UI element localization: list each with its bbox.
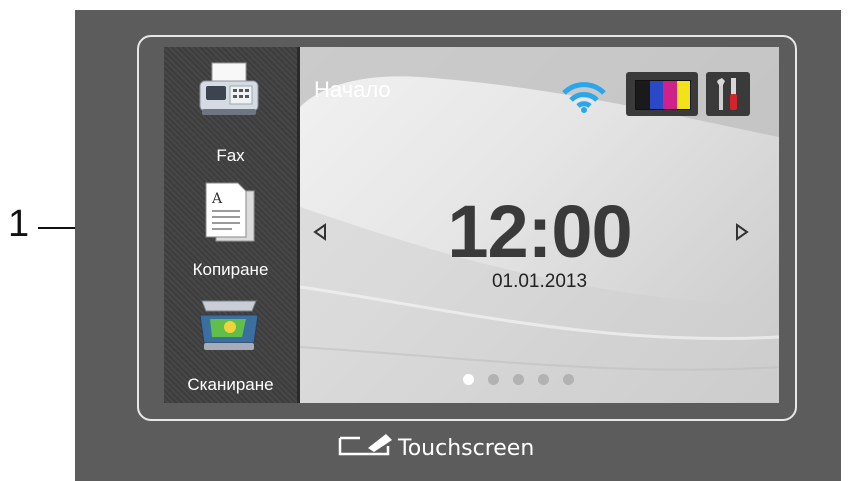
page-dot[interactable] xyxy=(488,374,499,385)
sidebar-item-fax[interactable]: Fax xyxy=(164,47,297,167)
settings-tools-icon xyxy=(717,78,737,110)
sidebar: Fax A Копиране Сканиране xyxy=(164,47,300,403)
wifi-icon[interactable] xyxy=(562,81,606,113)
clock-date: 01.01.2013 xyxy=(491,271,588,292)
page-dot[interactable] xyxy=(463,374,474,385)
sidebar-item-label: Сканиране xyxy=(187,375,274,394)
sidebar-item-scan[interactable]: Сканиране xyxy=(164,285,297,403)
sidebar-item-label: Fax xyxy=(216,146,245,165)
clock-time: 12:00 xyxy=(447,190,632,273)
page-dot[interactable] xyxy=(538,374,549,385)
sidebar-item-copy[interactable]: A Копиране xyxy=(164,167,297,285)
home-title: Начало xyxy=(314,77,391,102)
settings-button[interactable] xyxy=(706,72,750,116)
page-dot[interactable] xyxy=(513,374,524,385)
home-screen: Начало 12:00 01.01.2013 xyxy=(300,47,779,403)
touchscreen-label: Touchscreen xyxy=(398,436,535,461)
ink-levels-icon xyxy=(635,80,691,110)
touchscreen-logo-icon xyxy=(338,434,392,456)
touchscreen-display: Fax A Копиране Сканиране Начало 12:00 01… xyxy=(164,47,779,403)
svg-text:A: A xyxy=(211,191,223,207)
callout-number: 1 xyxy=(8,203,30,245)
ink-levels-button[interactable] xyxy=(626,72,698,116)
page-indicator xyxy=(463,374,574,385)
scanner-icon xyxy=(199,300,259,350)
sidebar-item-label: Копиране xyxy=(192,260,269,279)
copy-document-icon: A xyxy=(205,182,255,242)
fax-icon xyxy=(199,62,259,115)
page-dot[interactable] xyxy=(563,374,574,385)
